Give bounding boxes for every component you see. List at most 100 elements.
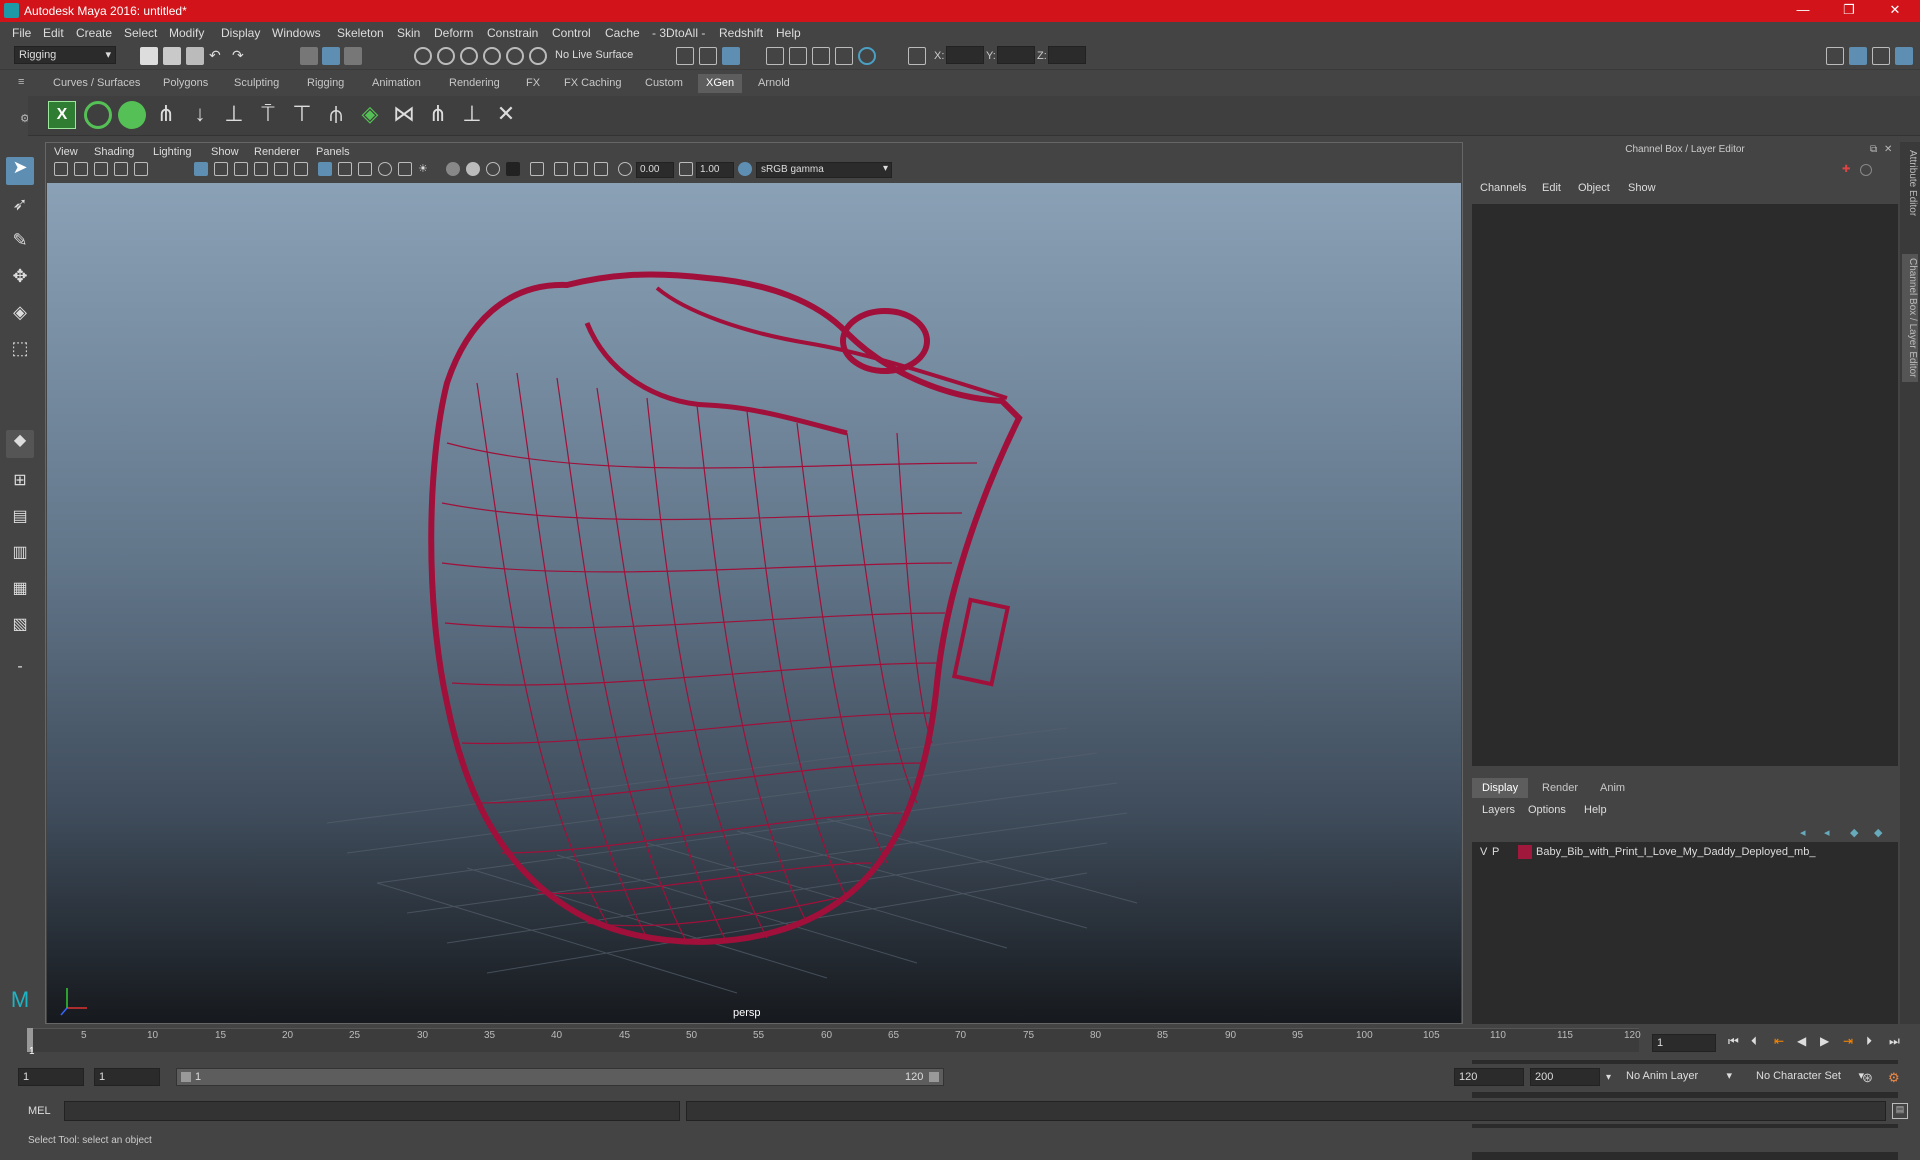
groom-guides-icon[interactable]: ⫛ [322, 101, 350, 129]
playback-start-field[interactable]: 1 [94, 1068, 160, 1086]
move-layer-up-icon[interactable]: ◂ [1800, 826, 1806, 839]
color-management-icon[interactable] [738, 162, 752, 176]
tab-polygons[interactable]: Polygons [155, 74, 216, 93]
character-set-select[interactable]: No Character Set ▾ [1752, 1068, 1866, 1086]
xgen-preview-icon[interactable] [84, 101, 112, 129]
tab-fx[interactable]: FX [518, 74, 548, 93]
snap-view-plane-icon[interactable] [483, 47, 501, 65]
layer-menu-help[interactable]: Help [1584, 804, 1607, 816]
channel-box-icon[interactable] [1895, 47, 1913, 65]
render-settings-icon[interactable] [812, 47, 830, 65]
bookmark-icon[interactable] [94, 162, 108, 176]
tab-display[interactable]: Display [1472, 778, 1529, 798]
isolate-select-icon[interactable] [530, 162, 544, 176]
gamma-icon[interactable] [679, 162, 693, 176]
menu-deform[interactable]: Deform [434, 26, 473, 40]
hypershade-layout-icon[interactable]: ▦ [6, 578, 34, 606]
menu-cache[interactable]: Cache [605, 26, 640, 40]
select-hierarchy-icon[interactable] [300, 47, 318, 65]
xgen-library-icon[interactable] [118, 101, 146, 129]
tab-custom[interactable]: Custom [637, 74, 691, 93]
grease-pencil-icon[interactable] [134, 162, 148, 176]
tab-xgen[interactable]: XGen [698, 74, 743, 93]
clump-guides-icon[interactable]: ⊥ [458, 101, 486, 129]
tab-sculpting[interactable]: Sculpting [226, 74, 287, 93]
range-start-handle[interactable] [181, 1072, 191, 1082]
menu-skeleton[interactable]: Skeleton [337, 26, 384, 40]
menu-windows[interactable]: Windows [272, 26, 321, 40]
layer-name[interactable]: Baby_Bib_with_Print_I_Love_My_Daddy_Depl… [1536, 846, 1816, 858]
play-backward-icon[interactable]: ◀ [1797, 1034, 1806, 1048]
tab-attribute-editor[interactable]: Attribute Editor [1902, 146, 1918, 220]
vp-menu-shading[interactable]: Shading [94, 146, 134, 158]
lights-icon[interactable]: ☀ [418, 162, 432, 176]
snap-center-icon[interactable] [529, 47, 547, 65]
cb-menu-object[interactable]: Object [1578, 182, 1610, 194]
menu-help[interactable]: Help [776, 26, 801, 40]
cb-menu-channels[interactable]: Channels [1480, 182, 1526, 194]
grid-toggle-icon[interactable] [194, 162, 208, 176]
ambient-occlusion-icon[interactable] [466, 162, 480, 176]
vp-menu-panels[interactable]: Panels [316, 146, 350, 158]
tab-rendering[interactable]: Rendering [441, 74, 508, 93]
tab-render[interactable]: Render [1532, 778, 1588, 798]
add-guide-icon[interactable]: ↓ [186, 101, 214, 129]
attribute-editor-icon[interactable] [1872, 47, 1890, 65]
scene-end-field[interactable]: 200 [1530, 1068, 1600, 1086]
menu-display[interactable]: Display [221, 26, 260, 40]
menu-create[interactable]: Create [76, 26, 112, 40]
camera-attributes-icon[interactable] [74, 162, 88, 176]
camera-select-icon[interactable] [54, 162, 68, 176]
manipulator-icon[interactable] [1860, 164, 1872, 176]
layer-color-swatch[interactable] [1518, 845, 1532, 859]
live-surface-field[interactable]: No Live Surface [551, 47, 647, 65]
vp-menu-show[interactable]: Show [211, 146, 239, 158]
scene-start-field[interactable]: 1 [18, 1068, 84, 1086]
menu-skin[interactable]: Skin [397, 26, 420, 40]
float-panel-icon[interactable]: ⧉ [1870, 144, 1877, 155]
move-tool-icon[interactable]: ✥ [6, 266, 34, 294]
play-forward-icon[interactable]: ▶ [1820, 1034, 1829, 1048]
step-forward-frame-icon[interactable]: ⇥ [1843, 1034, 1853, 1048]
view-transform-select[interactable]: sRGB gamma ▾ [756, 162, 892, 178]
time-slider-track[interactable] [27, 1028, 1639, 1052]
modeling-toolkit-icon[interactable] [1849, 47, 1867, 65]
motion-blur-icon[interactable] [486, 162, 500, 176]
node-editor-layout-icon[interactable]: ▧ [6, 614, 34, 642]
safe-action-icon[interactable] [294, 162, 308, 176]
layer-playback-toggle[interactable]: P [1492, 846, 1499, 858]
new-layer-selected-icon[interactable]: ◆ [1874, 826, 1882, 839]
render-current-icon[interactable] [766, 47, 784, 65]
sidebar-toggle-icon[interactable] [1826, 47, 1844, 65]
gate-mask-icon[interactable] [254, 162, 268, 176]
time-slider[interactable]: 1 5 10 15 20 25 30 35 40 45 50 55 60 65 … [0, 1024, 1920, 1060]
custom-layout-icon[interactable]: - [6, 658, 34, 686]
step-back-frame-icon[interactable]: ⇤ [1774, 1034, 1784, 1048]
shadows-icon[interactable] [446, 162, 460, 176]
range-bar[interactable]: 1 120 [176, 1068, 944, 1086]
delete-guides-icon[interactable]: ✕ [492, 101, 520, 129]
z-field[interactable] [1048, 46, 1086, 64]
exposure-field[interactable]: 0.00 [636, 162, 674, 178]
film-gate-icon[interactable] [214, 162, 228, 176]
wireframe-mode-icon[interactable] [318, 162, 332, 176]
playback-end-field[interactable]: 120 [1454, 1068, 1524, 1086]
four-view-layout-icon[interactable]: ⊞ [6, 470, 34, 498]
step-forward-key-icon[interactable]: ⏵ [1866, 1034, 1872, 1049]
transform-mode-icon[interactable] [908, 47, 926, 65]
range-end-handle[interactable] [929, 1072, 939, 1082]
gamma-field[interactable]: 1.00 [696, 162, 734, 178]
tab-arnold[interactable]: Arnold [750, 74, 798, 93]
undo-icon[interactable]: ↶ [209, 47, 227, 65]
wireframe-on-shaded-icon[interactable] [358, 162, 372, 176]
scale-tool-icon[interactable]: ⬚ [6, 338, 34, 366]
xray-icon[interactable] [378, 162, 392, 176]
script-editor-icon[interactable]: ▤ [1892, 1103, 1908, 1119]
menu-3dtoall[interactable]: - 3DtoAll - [652, 26, 705, 40]
snap-curve-icon[interactable] [437, 47, 455, 65]
lock-guides-icon[interactable]: ⊤ [288, 101, 316, 129]
go-to-start-icon[interactable]: ⏮ [1728, 1034, 1739, 1049]
image-plane-icon[interactable] [114, 162, 128, 176]
menu-redshift[interactable]: Redshift [719, 26, 763, 40]
input-ops-icon[interactable] [676, 47, 694, 65]
